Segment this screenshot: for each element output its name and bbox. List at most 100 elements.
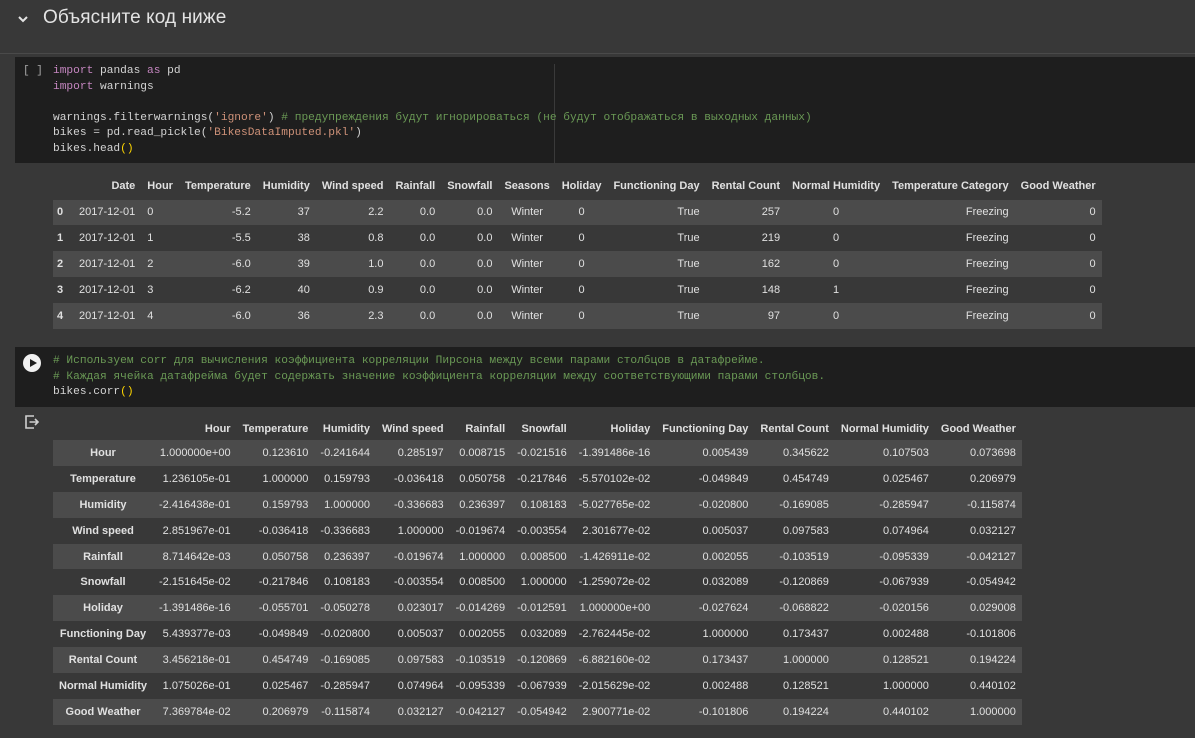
table-cell: True — [677, 231, 700, 244]
table-cell: 0.128521 — [883, 654, 929, 667]
column-header: Temperature — [242, 423, 309, 435]
table-cell: 0.285197 — [397, 446, 444, 459]
table-cell: -0.042127 — [455, 705, 506, 718]
table-cell: 0.0 — [389, 197, 442, 225]
table-cell: 7.369784e-02 — [162, 705, 231, 718]
table-cell: -0.336683 — [320, 524, 370, 537]
table-cell: -6.0 — [231, 257, 251, 270]
row-index: Functioning Day — [59, 628, 147, 641]
code-token: ) — [355, 127, 362, 140]
table-cell: 0.173437 — [702, 654, 749, 667]
code-token: () — [120, 386, 134, 399]
table-cell: -6.882160e-02 — [578, 654, 651, 667]
table-cell: 1.000000e+00 — [159, 446, 231, 459]
table-row: Rainfall 8.714642e-03 0.050758 0.236397 … — [53, 543, 1022, 570]
code-token: bikes.corr — [53, 386, 121, 399]
table-cell: 1.000000 — [397, 524, 444, 537]
code-token: pandas — [93, 65, 148, 77]
table-cell: -1.391486e-16 — [578, 446, 651, 459]
column-header: Rainfall — [395, 180, 436, 192]
table-cell: -0.054942 — [517, 705, 567, 718]
table-cell: 0.159793 — [262, 498, 309, 511]
table-cell: Winter — [511, 257, 543, 270]
table-cell: 0 — [1089, 231, 1096, 244]
table-cell: True — [607, 197, 706, 225]
chevron-down-icon[interactable] — [16, 12, 30, 26]
column-header: Rental Count — [711, 180, 781, 192]
table-cell: -5.2 — [178, 197, 257, 225]
table-cell: 0.005439 — [702, 446, 749, 459]
table-cell: 1.236105e-01 — [162, 472, 231, 485]
row-index: 1 — [57, 231, 64, 244]
table-cell: 0 — [833, 231, 840, 244]
table-cell: 0.002488 — [702, 679, 749, 692]
table-cell: 1.000000 — [262, 472, 309, 485]
table-cell: -0.050278 — [320, 602, 370, 615]
table-cell: 0 — [1089, 257, 1096, 270]
table-cell: 3 — [147, 283, 154, 296]
table-cell: 2.301677e-02 — [582, 524, 651, 537]
table-row: Snowfall -2.151645e-02 -0.217846 0.10818… — [53, 569, 1022, 596]
table-cell: 0.454749 — [262, 654, 309, 667]
section-header[interactable]: Объясните код ниже — [0, 0, 1195, 40]
table-cell: 1.000000 — [520, 576, 567, 589]
table-cell: 0.005037 — [702, 524, 749, 537]
table-cell: -0.101806 — [966, 628, 1016, 641]
run-cell-button[interactable] — [23, 354, 41, 372]
table-cell: 257 — [705, 197, 787, 225]
column-header: Date — [111, 180, 136, 192]
table-cell: True — [677, 309, 700, 322]
table-cell: -2.416438e-01 — [159, 498, 231, 511]
table-cell: -2.151645e-02 — [159, 576, 231, 589]
column-header: Hour — [204, 423, 231, 435]
code-cell-2[interactable]: # Используем corr для вычисления коэффиц… — [15, 347, 1195, 407]
table-cell: 0.008715 — [459, 446, 506, 459]
output-actions-icon[interactable] — [23, 413, 41, 431]
table-cell: 0 — [578, 231, 585, 244]
column-header: Humidity — [262, 180, 310, 192]
table-cell: 0 — [833, 309, 840, 322]
code-editor-1[interactable]: import pandas as pd import warnings warn… — [53, 64, 812, 158]
code-cell-1[interactable]: [ ] import pandas as pd import warnings … — [15, 57, 1195, 164]
table-cell: 2 — [147, 257, 154, 270]
table-cell: -2.015629e-02 — [578, 679, 651, 692]
table-cell: 0.159793 — [324, 472, 370, 485]
row-index: 0 — [53, 197, 73, 225]
table-cell: 0.0 — [419, 283, 436, 296]
row-index: 4 — [57, 309, 64, 322]
table-cell: 2.3 — [368, 309, 384, 322]
table-cell: -0.012591 — [517, 602, 567, 615]
table-cell: Winter — [511, 309, 543, 322]
table-cell: 0 — [578, 309, 585, 322]
table-cell: 0.0 — [419, 231, 436, 244]
correlation-matrix-output: Hour Temperature Humidity Wind speed Rai… — [53, 418, 1022, 725]
table-cell: -0.027624 — [698, 602, 749, 615]
column-header: Normal Humidity — [792, 180, 881, 192]
code-comment: # предупреждения будут игнорироваться (н… — [281, 111, 812, 124]
table-cell: 1.000000e+00 — [579, 602, 651, 615]
table-row: Temperature 1.236105e-01 1.000000 0.1597… — [53, 465, 1022, 492]
code-editor-2[interactable]: # Используем corr для вычисления коэффиц… — [53, 354, 825, 401]
table-cell: -0.095339 — [879, 550, 929, 563]
table-cell: -5.027765e-02 — [578, 498, 651, 511]
table-cell: 0 — [141, 197, 179, 225]
code-token: 'BikesDataImputed.pkl' — [207, 127, 356, 140]
column-header: Holiday — [561, 180, 602, 192]
table-cell: 0.0 — [441, 197, 499, 225]
table-cell: 0.002488 — [883, 628, 929, 641]
column-header: Rental Count — [760, 423, 829, 435]
table-cell: -0.217846 — [258, 576, 309, 589]
cell-exec-count[interactable]: [ ] — [23, 65, 43, 77]
table-cell: 0.454749 — [782, 472, 829, 485]
table-cell: -0.019674 — [394, 550, 444, 563]
table-cell: 1 — [833, 283, 840, 296]
table-cell: 0.108183 — [324, 576, 370, 589]
column-header: Functioning Day — [662, 423, 749, 435]
row-index: Good Weather — [65, 705, 141, 718]
column-header: Rainfall — [465, 423, 506, 435]
row-index: Rental Count — [68, 654, 138, 667]
table-cell: 2.851967e-01 — [162, 524, 231, 537]
table-row: 3 2017-12-01 3 -6.2 40 0.9 0.0 0.0 Winte… — [53, 276, 1102, 303]
table-cell: 0.032127 — [397, 705, 444, 718]
table-row: 0 2017-12-01 0 -5.2 37 2.2 0.0 0.0 Winte… — [53, 197, 1102, 225]
